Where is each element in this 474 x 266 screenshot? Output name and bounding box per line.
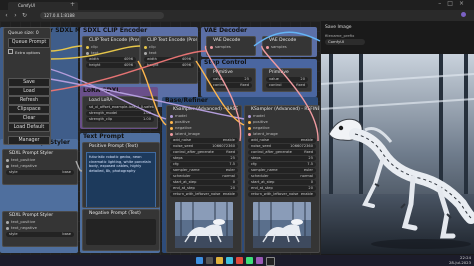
- refresh-button[interactable]: Refresh: [8, 96, 50, 105]
- extra-options-toggle[interactable]: Extra options: [8, 49, 40, 55]
- system-clock[interactable]: 22:24 28-Jul-2023: [448, 255, 471, 265]
- extra-options-label: Extra options: [15, 50, 41, 55]
- wire-vae: [49, 50, 207, 92]
- app-icon[interactable]: [236, 257, 243, 264]
- app-icon[interactable]: [246, 257, 253, 264]
- address-input[interactable]: 127.0.0.1:8188: [40, 12, 164, 19]
- checkbox-icon[interactable]: [8, 49, 13, 54]
- wire-latent: [204, 45, 242, 142]
- clear-button[interactable]: Clear: [8, 114, 50, 123]
- filename-prefix-label: filename_prefix: [325, 33, 355, 38]
- filename-prefix-input[interactable]: ComfyUI: [325, 39, 365, 45]
- address-bar-row: ‹ › ↻ 127.0.0.1:8188: [0, 10, 474, 21]
- wire-latent: [261, 45, 319, 142]
- output-image: [321, 54, 474, 254]
- wire-model: [49, 68, 167, 120]
- tab-title: ComfyUI: [18, 3, 35, 8]
- file-explorer-icon[interactable]: [216, 257, 223, 264]
- wire-conditioning: [195, 60, 245, 126]
- wire-clip: [49, 45, 141, 60]
- browser-icon[interactable]: [226, 257, 233, 264]
- forward-icon[interactable]: ›: [12, 12, 19, 19]
- new-tab-icon[interactable]: +: [70, 1, 75, 8]
- clock-date: 28-Jul-2023: [448, 259, 471, 265]
- manager-button[interactable]: Manager: [8, 136, 50, 145]
- panel-title: Save Image: [325, 25, 352, 30]
- queue-size-label: Queue size: 0: [8, 31, 39, 36]
- load-default-button[interactable]: Load Default: [8, 123, 50, 132]
- start-icon[interactable]: [196, 257, 203, 264]
- app-icon[interactable]: [256, 257, 263, 264]
- wire-image: [253, 31, 321, 47]
- queue-prompt-button[interactable]: Queue Prompt: [8, 38, 50, 48]
- clipspace-button[interactable]: Clipspace: [8, 105, 50, 114]
- wire-clip: [49, 45, 83, 52]
- queue-menu-panel[interactable]: Queue size: 0 Queue Prompt Extra options…: [3, 27, 51, 145]
- window-controls-icon[interactable]: –□×: [438, 0, 470, 7]
- browser-tab-bar: ComfyUI + –□×: [0, 0, 474, 10]
- taskbar: 22:24 28-Jul-2023: [0, 255, 474, 266]
- wire-text: [75, 160, 83, 172]
- load-button[interactable]: Load: [8, 87, 50, 96]
- profile-icon[interactable]: [461, 12, 466, 17]
- terminal-icon[interactable]: [266, 257, 275, 266]
- browser-tab[interactable]: ComfyUI: [8, 2, 78, 10]
- back-icon[interactable]: ‹: [3, 12, 10, 19]
- wire-conditioning: [137, 60, 167, 126]
- reload-icon[interactable]: ↻: [21, 12, 28, 19]
- search-icon[interactable]: [206, 257, 213, 264]
- save-button[interactable]: Save: [8, 78, 50, 87]
